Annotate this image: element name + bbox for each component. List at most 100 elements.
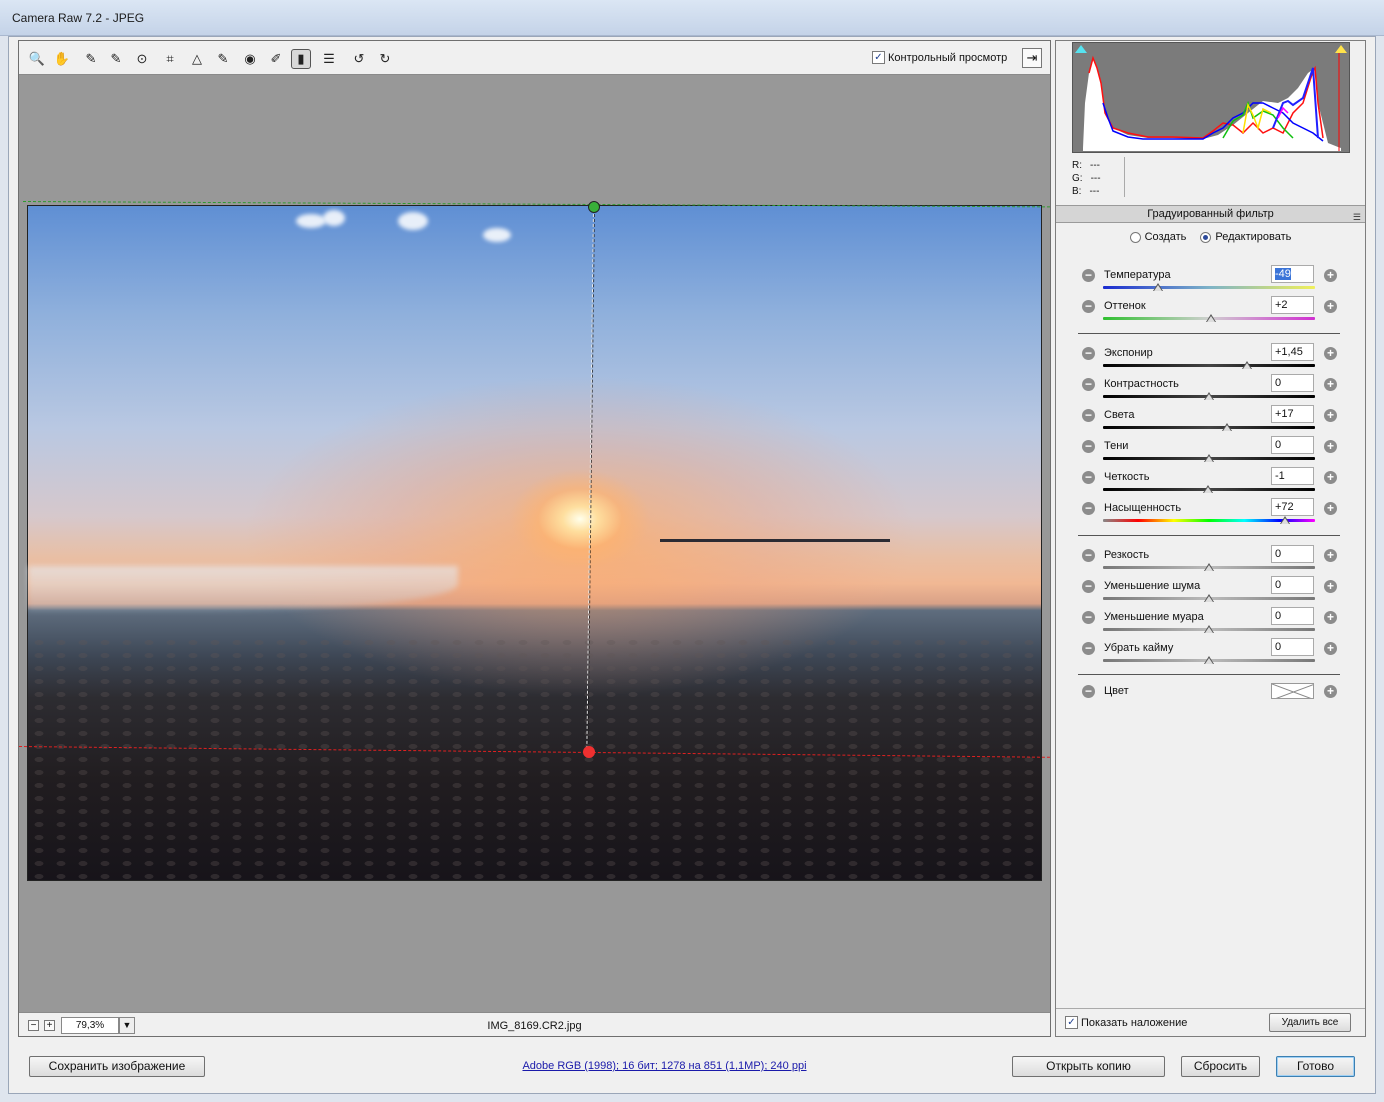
slider-value-field[interactable]: 0 [1271, 436, 1314, 454]
slider-value-field[interactable]: -1 [1271, 467, 1314, 485]
slider-value-field[interactable]: -49 [1271, 265, 1314, 283]
slider-value-field[interactable]: +2 [1271, 296, 1314, 314]
slider-track[interactable] [1103, 364, 1315, 367]
color-sampler-icon[interactable]: ✎ [106, 49, 126, 69]
plus-button[interactable]: + [1324, 611, 1337, 624]
b-value: --- [1089, 186, 1100, 197]
slider-value-text: +1,45 [1275, 346, 1303, 358]
save-image-button[interactable]: Сохранить изображение [29, 1056, 205, 1077]
slider-thumb[interactable] [1204, 392, 1214, 400]
filter-start-pin[interactable] [588, 201, 600, 213]
plus-button[interactable]: + [1324, 549, 1337, 562]
plus-button[interactable]: + [1324, 580, 1337, 593]
r-label: R: [1072, 160, 1082, 171]
file-name: IMG_8169.CR2.jpg [487, 1020, 582, 1032]
slider-value-text: -49 [1275, 268, 1291, 280]
plus-button[interactable]: + [1324, 502, 1337, 515]
workflow-options-link[interactable]: Adobe RGB (1998); 16 бит; 1278 на 851 (1… [422, 1060, 907, 1072]
slider-label: Четкость [1104, 471, 1150, 483]
slider-track[interactable] [1103, 426, 1315, 429]
slider-thumb[interactable] [1206, 314, 1217, 322]
photo-preview[interactable] [27, 205, 1043, 882]
delete-all-button[interactable]: Удалить все [1269, 1013, 1351, 1032]
plus-button[interactable]: + [1324, 409, 1337, 422]
slider-value-field[interactable]: 0 [1271, 576, 1314, 594]
red-eye-icon[interactable]: ◉ [240, 49, 260, 69]
radio-dot-selected[interactable] [1200, 231, 1212, 243]
shadow-clipping-warning-icon[interactable] [1075, 45, 1087, 53]
color-minus-button[interactable]: − [1082, 685, 1095, 698]
plus-button[interactable]: + [1324, 269, 1337, 282]
slider-thumb[interactable] [1204, 563, 1214, 571]
plus-button[interactable]: + [1324, 347, 1337, 360]
preview-toggle[interactable]: ✓ Контрольный просмотр [872, 51, 1007, 64]
minus-button[interactable]: − [1082, 269, 1095, 282]
rotate-left-icon[interactable]: ↺ [349, 49, 369, 69]
minus-button[interactable]: − [1082, 300, 1095, 313]
straighten-icon[interactable]: △ [187, 49, 207, 69]
slider-value-field[interactable]: 0 [1271, 545, 1314, 563]
minus-button[interactable]: − [1082, 642, 1095, 655]
fullscreen-toggle-icon[interactable]: ⇥ [1022, 48, 1042, 68]
overlay-toggle[interactable]: ✓ Показать наложение [1065, 1016, 1187, 1029]
rotate-right-icon[interactable]: ↻ [375, 49, 395, 69]
minus-button[interactable]: − [1082, 471, 1095, 484]
image-canvas[interactable] [19, 76, 1050, 1012]
minus-button[interactable]: − [1082, 580, 1095, 593]
slider-value-field[interactable]: 0 [1271, 374, 1314, 392]
slider-thumb[interactable] [1204, 594, 1214, 602]
slider-value-field[interactable]: 0 [1271, 638, 1314, 656]
white-balance-icon[interactable]: ✎ [81, 49, 101, 69]
slider-value-field[interactable]: +72 [1271, 498, 1314, 516]
plus-button[interactable]: + [1324, 440, 1337, 453]
slider-thumb[interactable] [1222, 423, 1233, 431]
overlay-label: Показать наложение [1081, 1016, 1188, 1029]
plus-button[interactable]: + [1324, 471, 1337, 484]
minus-button[interactable]: − [1082, 611, 1095, 624]
open-copy-button[interactable]: Открыть копию [1012, 1056, 1165, 1077]
adjustment-brush-icon[interactable]: ✐ [266, 49, 286, 69]
reset-button[interactable]: Сбросить [1181, 1056, 1260, 1077]
targeted-adjustment-icon[interactable]: ⊙ [132, 49, 152, 69]
slider-thumb[interactable] [1202, 485, 1213, 493]
slider-label: Резкость [1104, 549, 1150, 561]
mode-edit-radio[interactable]: Редактировать [1200, 231, 1291, 243]
done-button[interactable]: Готово [1276, 1056, 1355, 1077]
slider-thumb[interactable] [1242, 361, 1253, 369]
slider-value-field[interactable]: +17 [1271, 405, 1314, 423]
spot-removal-icon[interactable]: ✎ [213, 49, 233, 69]
slider-track[interactable] [1103, 286, 1315, 289]
filter-end-pin[interactable] [583, 746, 595, 758]
slider-thumb[interactable] [1204, 656, 1214, 664]
graduated-filter-icon[interactable]: ▮ [291, 49, 311, 69]
minus-button[interactable]: − [1082, 502, 1095, 515]
slider-thumb[interactable] [1280, 516, 1291, 524]
preferences-icon[interactable]: ☰ [319, 49, 339, 69]
slider-thumb[interactable] [1204, 454, 1214, 462]
slider-row: − Резкость 0 + [1056, 545, 1365, 576]
minus-button[interactable]: − [1082, 409, 1095, 422]
hand-icon[interactable]: ✋ [52, 49, 72, 69]
minus-button[interactable]: − [1082, 440, 1095, 453]
highlight-clipping-warning-icon[interactable] [1335, 45, 1347, 53]
plus-button[interactable]: + [1324, 378, 1337, 391]
crop-icon[interactable]: ⌗ [160, 49, 180, 69]
plus-button[interactable]: + [1324, 642, 1337, 655]
slider-thumb[interactable] [1153, 283, 1164, 291]
color-swatch[interactable] [1271, 683, 1314, 699]
zoom-icon[interactable]: 🔍 [27, 49, 47, 69]
section-divider [1078, 535, 1340, 536]
panel-menu-icon[interactable]: ☰ [1353, 209, 1361, 225]
color-plus-button[interactable]: + [1324, 685, 1337, 698]
plus-button[interactable]: + [1324, 300, 1337, 313]
mode-create-radio[interactable]: Создать [1129, 231, 1186, 243]
overlay-checkbox[interactable]: ✓ [1065, 1016, 1078, 1029]
slider-thumb[interactable] [1204, 625, 1214, 633]
slider-value-field[interactable]: +1,45 [1271, 343, 1314, 361]
radio-dot[interactable] [1129, 231, 1141, 243]
minus-button[interactable]: − [1082, 378, 1095, 391]
minus-button[interactable]: − [1082, 549, 1095, 562]
preview-checkbox[interactable]: ✓ [872, 51, 885, 64]
minus-button[interactable]: − [1082, 347, 1095, 360]
slider-value-field[interactable]: 0 [1271, 607, 1314, 625]
